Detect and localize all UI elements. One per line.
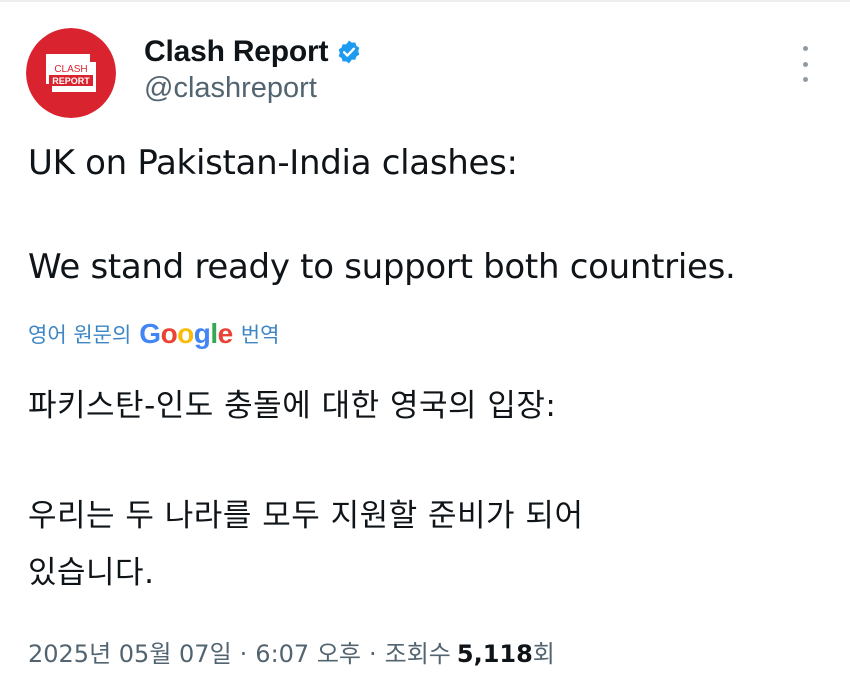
avatar[interactable]: CLASH REPORT [26, 28, 116, 118]
tweet-text-line: UK on Pakistan-India clashes: [28, 143, 518, 183]
google-logo: Google [139, 318, 233, 349]
svg-text:REPORT: REPORT [52, 76, 90, 86]
views-label: 조회수 [384, 640, 451, 668]
svg-text:CLASH: CLASH [54, 64, 87, 75]
more-dot [802, 77, 808, 82]
translation-label-prefix: 영어 원문의 [28, 323, 132, 347]
translated-text-line: 우리는 두 나라를 모두 지원할 준비가 되어 [28, 498, 584, 534]
views-suffix: 회 [532, 640, 555, 668]
top-divider [0, 0, 850, 2]
meta-separator: · [239, 640, 248, 668]
tweet-time[interactable]: 6:07 오후 [255, 634, 361, 669]
display-name[interactable]: Clash Report [144, 35, 328, 69]
tweet-card: CLASH REPORT Clash Report @clashreport U… [0, 0, 850, 687]
verified-badge-icon [336, 39, 362, 65]
tweet-date[interactable]: 2025년 05월 07일 [28, 634, 232, 669]
translation-label-suffix: 번역 [240, 323, 280, 347]
translation-attribution-link[interactable]: 영어 원문의 Google 번역 [28, 318, 279, 350]
translated-text-line: 있습니다. [28, 555, 155, 591]
tweet-meta: 2025년 05월 07일 · 6:07 오후 · 조회수 5,118 회 [28, 634, 555, 669]
tweet-text-line: We stand ready to support both countries… [28, 247, 736, 287]
author-name-row: Clash Report [144, 30, 362, 74]
clash-report-logo-icon: CLASH REPORT [26, 28, 116, 118]
meta-separator: · [368, 640, 377, 668]
views-count: 5,118 [456, 640, 533, 668]
author-handle[interactable]: @clashreport [144, 72, 317, 105]
more-dot [802, 46, 808, 51]
more-vertical-icon[interactable] [790, 46, 820, 82]
more-dot [802, 61, 808, 67]
translated-text-line: 파키스탄-인도 충돌에 대한 영국의 입장: [28, 388, 557, 424]
